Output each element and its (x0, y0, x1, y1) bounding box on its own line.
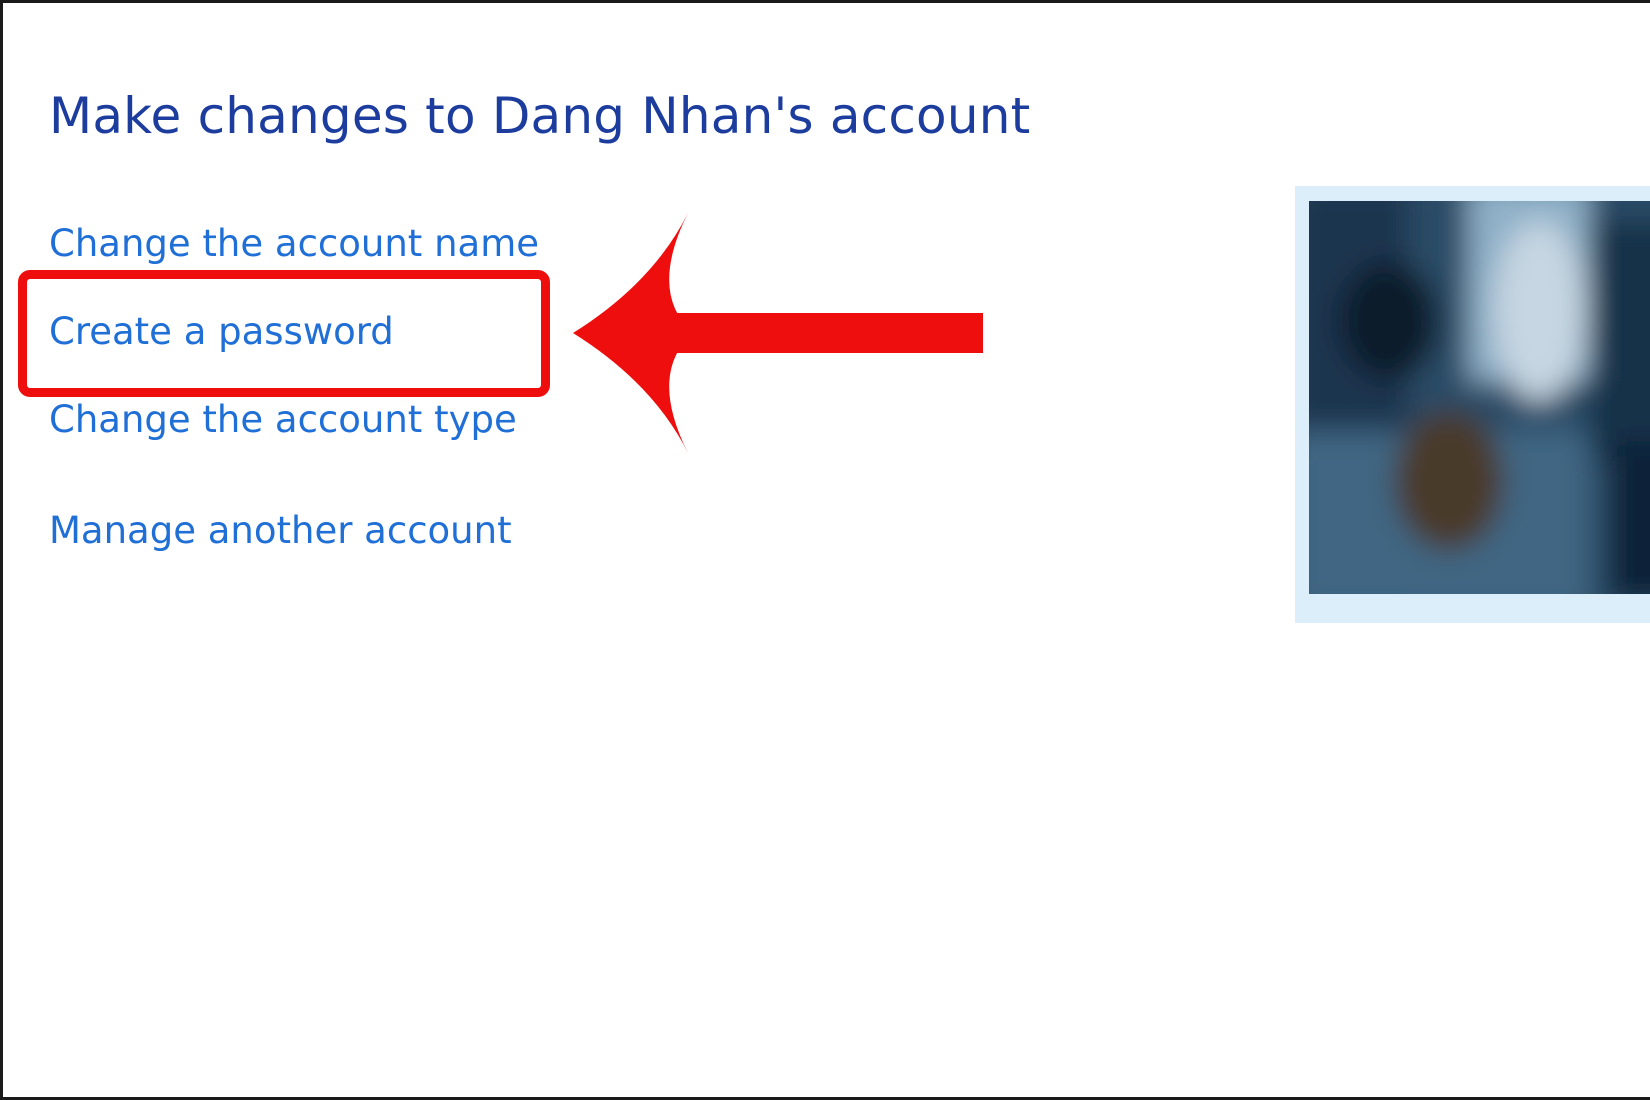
change-account-name-link[interactable]: Change the account name (49, 222, 539, 265)
control-panel-window: Make changes to Dang Nhan's account Chan… (0, 0, 1650, 1100)
arrow-left-icon (573, 213, 983, 453)
user-avatar (1309, 201, 1650, 594)
change-account-type-link[interactable]: Change the account type (49, 398, 517, 441)
manage-another-account-link[interactable]: Manage another account (49, 509, 512, 552)
create-password-link[interactable]: Create a password (49, 310, 394, 353)
account-picture-frame (1295, 186, 1650, 623)
page-title: Make changes to Dang Nhan's account (49, 87, 1031, 145)
